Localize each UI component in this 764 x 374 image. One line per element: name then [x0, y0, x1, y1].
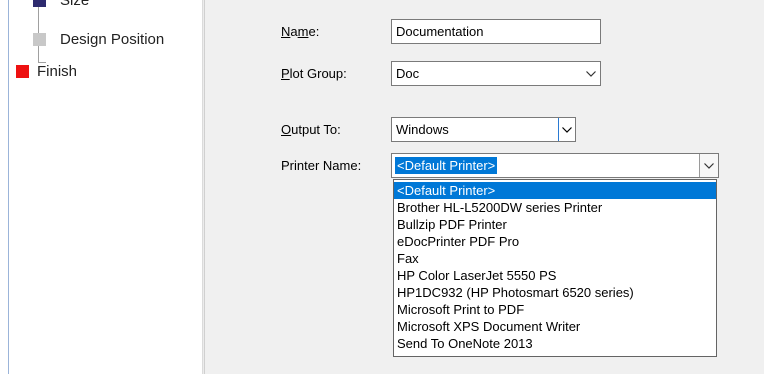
tree-connector-line [8, 0, 9, 374]
step-completed-icon [33, 0, 46, 7]
chevron-down-icon[interactable] [558, 118, 575, 141]
dropdown-option[interactable]: eDocPrinter PDF Pro [394, 233, 716, 250]
plot-group-value: Doc [396, 66, 420, 81]
name-label: Name: [281, 24, 320, 39]
tree-item-finish[interactable]: Finish [16, 63, 77, 80]
tree-item-design-position[interactable]: Design Position [33, 31, 164, 48]
dropdown-option[interactable]: Send To OneNote 2013 [394, 335, 716, 352]
dropdown-option[interactable]: Fax [394, 250, 716, 267]
tree-item-label: Size [60, 0, 90, 9]
printer-dropdown-list[interactable]: <Default Printer> Brother HL-L5200DW ser… [393, 179, 717, 357]
dropdown-option[interactable]: Microsoft Print to PDF [394, 301, 716, 318]
output-to-label: Output To: [281, 122, 341, 137]
step-pending-icon [33, 33, 46, 46]
printer-name-value: <Default Printer> [395, 157, 498, 174]
step-current-icon [16, 65, 29, 78]
tree-item-size[interactable]: Size [33, 0, 89, 9]
printer-name-label: Printer Name: [281, 158, 362, 173]
dropdown-option[interactable]: <Default Printer> [394, 182, 716, 199]
dropdown-option[interactable]: Microsoft XPS Document Writer [394, 318, 716, 335]
tree-item-label: Finish [37, 63, 78, 80]
dropdown-option[interactable]: HP Color LaserJet 5550 PS [394, 267, 716, 284]
plot-group-label: Plot Group: [281, 66, 347, 81]
tree-item-label: Design Position [60, 31, 165, 48]
output-to-value: Windows [396, 122, 449, 137]
chevron-down-icon[interactable] [582, 62, 600, 85]
wizard-step-tree: Size Design Position Finish [0, 0, 202, 374]
plot-group-combobox[interactable]: Doc [391, 61, 601, 86]
dropdown-option[interactable]: Brother HL-L5200DW series Printer [394, 199, 716, 216]
chevron-down-icon[interactable] [699, 154, 718, 177]
plot-settings-form: Name: Documentation Plot Group: Doc Outp… [205, 0, 764, 374]
dropdown-option[interactable]: HP1DC932 (HP Photosmart 6520 series) [394, 284, 716, 301]
output-to-combobox[interactable]: Windows [391, 117, 576, 142]
name-field[interactable]: Documentation [391, 19, 601, 44]
printer-name-combobox[interactable]: <Default Printer> [391, 153, 719, 178]
dropdown-option[interactable]: Bullzip PDF Printer [394, 216, 716, 233]
